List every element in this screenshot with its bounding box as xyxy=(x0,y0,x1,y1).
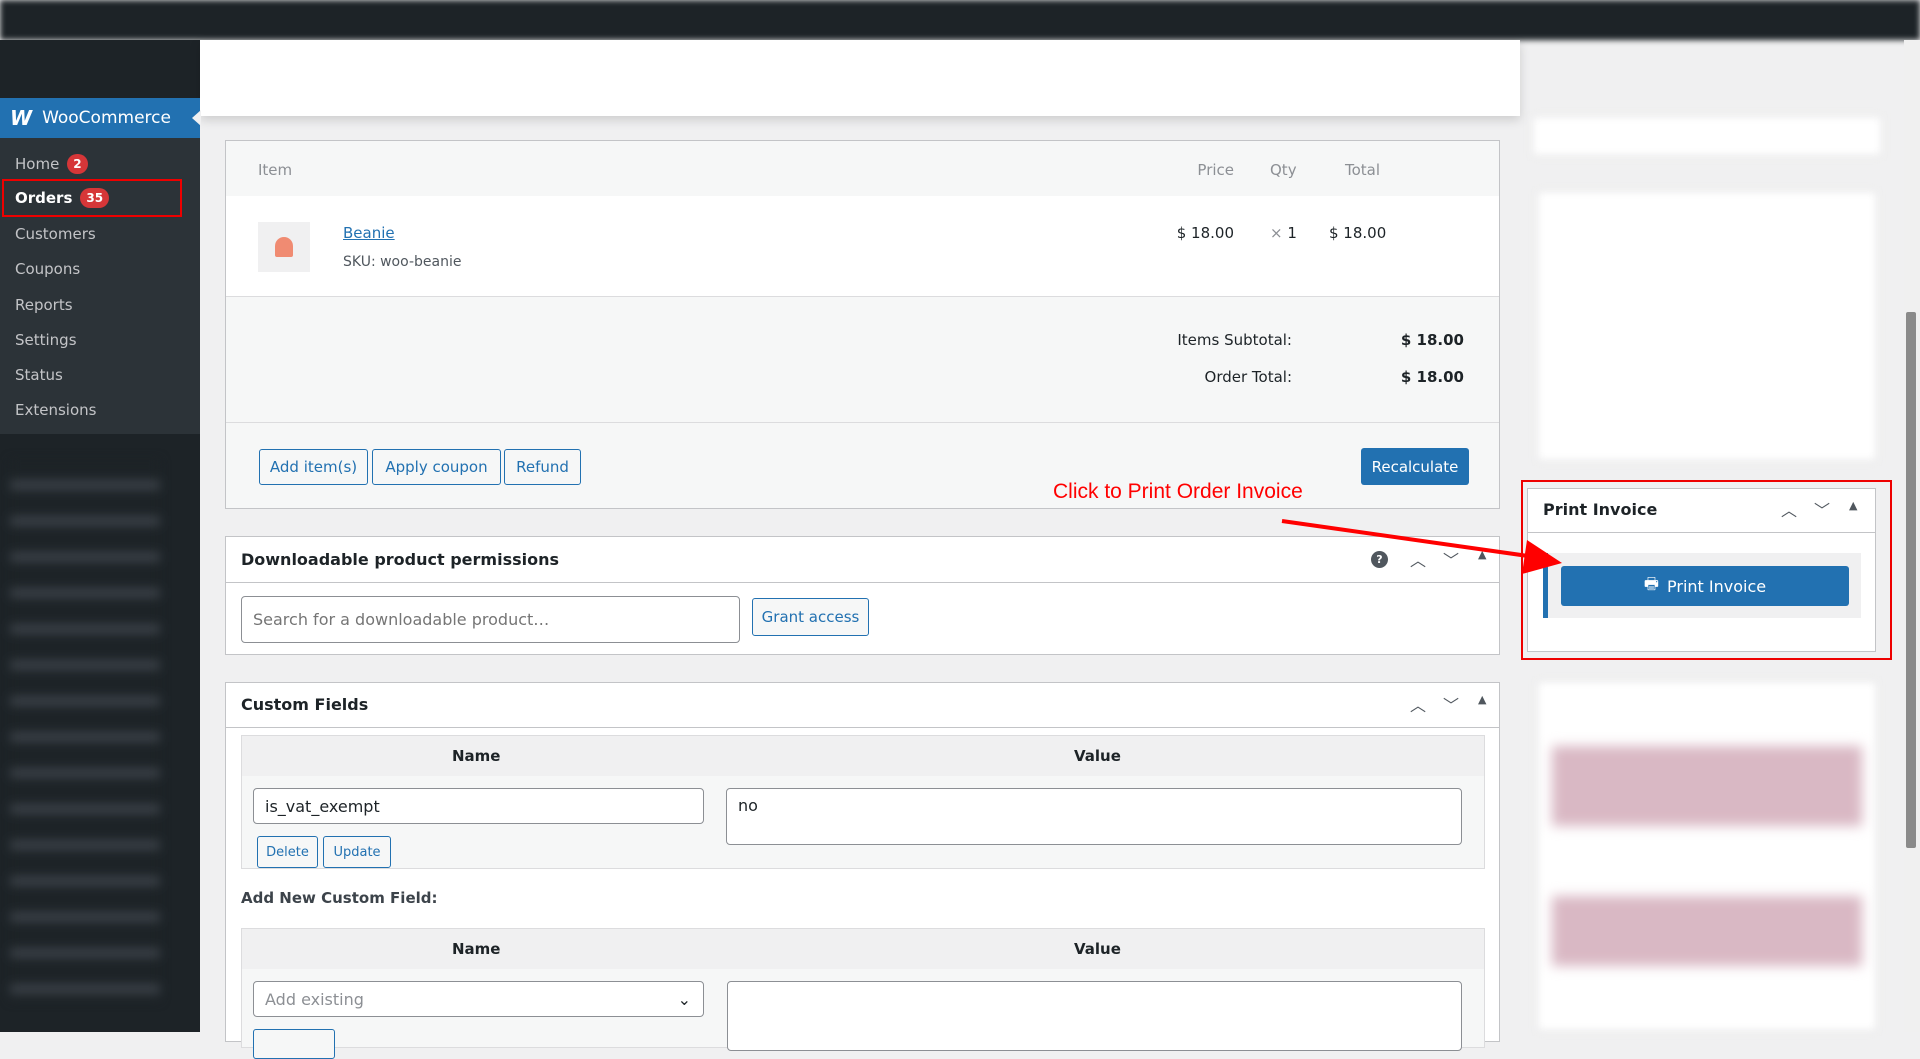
annotation-arrow xyxy=(1281,519,1562,574)
add-custom-field-button[interactable] xyxy=(253,1029,335,1059)
arrow-line xyxy=(1281,519,1536,559)
scrollbar-thumb[interactable] xyxy=(1906,312,1916,848)
arrow-head xyxy=(1522,540,1562,574)
